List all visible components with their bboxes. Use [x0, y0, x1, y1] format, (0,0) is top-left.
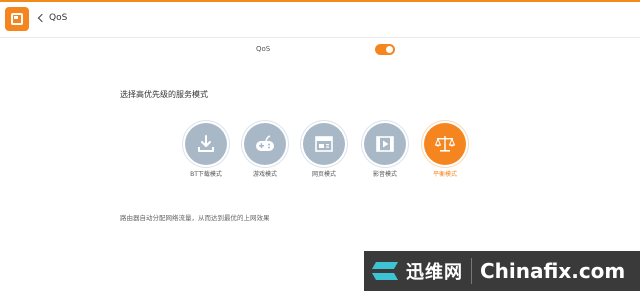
qos-toggle[interactable] — [375, 44, 395, 55]
watermark-logo-icon — [370, 256, 404, 286]
mode-label: BT下载模式 — [190, 171, 222, 178]
mode-circle — [424, 123, 466, 165]
mode-label: 影音模式 — [372, 171, 397, 178]
mode-video[interactable]: 影音模式 — [355, 123, 415, 178]
section-title: 选择高优先级的服务模式 — [120, 90, 208, 99]
back-button[interactable]: QoS — [37, 13, 68, 23]
mode-bt-download[interactable]: BT下载模式 — [176, 123, 236, 178]
hint-text: 路由器自动分配网络流量，从而达到最优的上网效果 — [120, 214, 270, 222]
download-icon — [198, 135, 214, 152]
balance-scale-icon — [434, 136, 456, 152]
toggle-knob — [386, 46, 393, 53]
page-title: QoS — [49, 13, 68, 23]
chevron-left-icon — [37, 13, 47, 23]
watermark-divider — [471, 258, 472, 284]
mode-label: 网页模式 — [311, 171, 336, 178]
mode-label: 游戏模式 — [252, 171, 277, 178]
watermark-cn: 迅维网 — [406, 262, 463, 283]
video-icon — [376, 136, 394, 152]
app-logo-icon[interactable] — [5, 7, 29, 31]
watermark: 迅维网 Chinafix.com — [364, 251, 640, 291]
qos-label: QoS — [256, 45, 271, 53]
mode-balance[interactable]: 平衡模式 — [415, 123, 475, 178]
mode-label: 平衡模式 — [432, 171, 457, 178]
mode-web[interactable]: 网页模式 — [294, 123, 354, 178]
mode-circle — [185, 123, 227, 165]
mode-circle — [303, 123, 345, 165]
mode-game[interactable]: 游戏模式 — [235, 123, 295, 178]
header: QoS — [0, 2, 640, 38]
watermark-en: Chinafix.com — [480, 259, 626, 283]
gamepad-icon — [256, 135, 274, 151]
mode-circle — [364, 123, 406, 165]
webpage-icon — [315, 136, 333, 152]
mode-circle — [244, 123, 286, 165]
